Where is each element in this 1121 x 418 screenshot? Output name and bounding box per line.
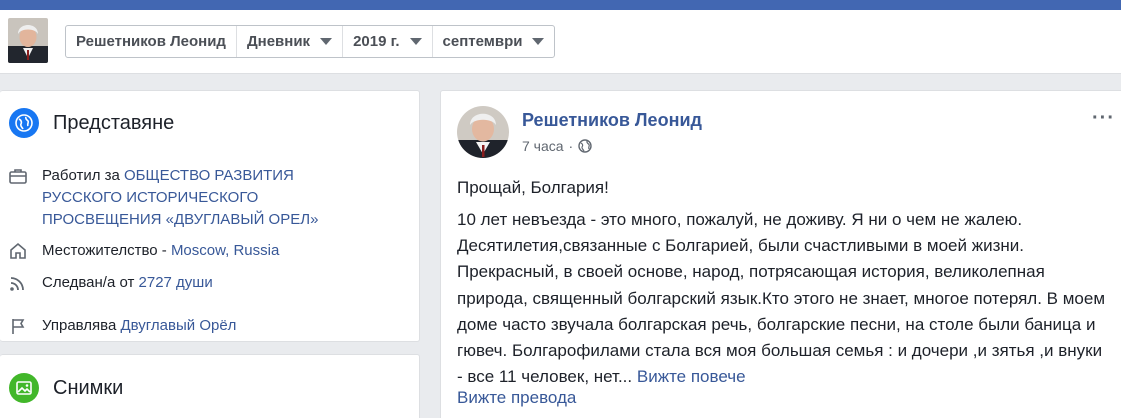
post-avatar[interactable] [457,106,509,158]
work-link-cont[interactable]: ПРОСВЕЩЕНИЯ «ДВУГЛАВЫЙ ОРЕЛ» [42,211,318,228]
crumb-month-dropdown[interactable]: септември [431,26,555,57]
manages-link[interactable]: Двуглавый Орёл [120,317,236,334]
followers-link[interactable]: 2727 души [139,274,213,291]
post-body: 10 лет невъезда - это много, пожалуй, не… [457,207,1107,390]
profile-subheader: Решетников Леонид Дневник 2019 г. септем… [0,10,1121,74]
intro-manages: Управлява Двуглавый Орёл [8,315,236,337]
meta-separator: · [568,138,574,154]
intro-card: Представяне Работил за ОБЩЕСТВО РАЗВИТИЯ… [0,90,420,342]
globe-icon [9,108,39,138]
work-link-cont[interactable]: РУССКОГО ИСТОРИЧЕСКОГО [42,189,258,206]
flag-icon [12,319,25,334]
work-link[interactable]: ОБЩЕСТВО РАЗВИТИЯ [124,167,294,184]
see-more-link[interactable]: Вижте повече [637,367,746,386]
rss-icon [10,277,24,291]
intro-header: Представяне [9,108,174,138]
followers-prefix: Следван/а от [42,274,139,291]
residence-link[interactable]: Moscow, Russia [171,242,279,259]
crumb-year-dropdown[interactable]: 2019 г. [342,26,431,57]
post-meta: 7 часа · [522,138,592,154]
public-globe-icon[interactable] [578,139,592,153]
more-options-icon[interactable]: ··· [1092,107,1115,130]
post-title: Прощай, Болгария! [457,178,609,197]
caret-down-icon [320,38,333,45]
caret-down-icon [409,38,422,45]
post-body-text: 10 лет невъезда - это много, пожалуй, не… [457,210,1106,387]
intro-residence: Местожителство - Moscow, Russia [8,240,279,262]
post-time[interactable]: 7 часа [522,138,564,154]
breadcrumb: Решетников Леонид Дневник 2019 г. септем… [65,25,556,58]
residence-prefix: Местожителство - [42,242,171,259]
avatar[interactable] [8,18,48,63]
photos-card: Снимки [0,354,420,418]
photos-title: Снимки [53,376,124,399]
crumb-profile-name[interactable]: Решетников Леонид [66,26,236,57]
crumb-timeline-dropdown[interactable]: Дневник [235,26,342,57]
intro-title: Представяне [53,111,175,134]
photos-header[interactable]: Снимки [9,373,123,403]
home-icon [10,242,26,259]
post-author[interactable]: Решетников Леонид [522,110,702,131]
see-translation-link[interactable]: Вижте превода [457,388,576,408]
intro-followers: Следван/а от 2727 души [8,272,213,294]
top-blue-bar [0,0,1121,10]
manages-prefix: Управлява [42,317,121,334]
post-card: Решетников Леонид 7 часа · ··· Прощай, Б… [440,90,1121,418]
caret-down-icon [532,38,545,45]
work-prefix: Работил за [42,167,125,184]
intro-work: Работил за ОБЩЕСТВО РАЗВИТИЯ РУССКОГО ИС… [8,165,318,231]
photo-icon [9,373,39,403]
briefcase-icon [9,169,27,184]
